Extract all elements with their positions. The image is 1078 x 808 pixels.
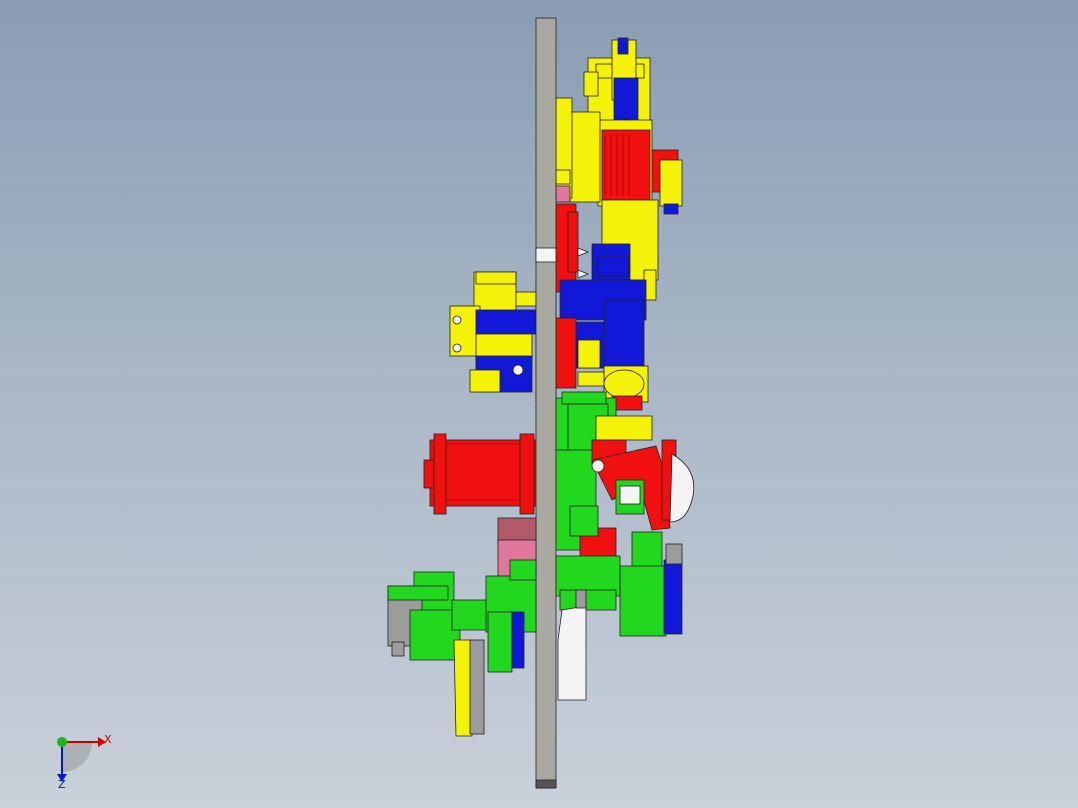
bottom-left-slide-group[interactable] xyxy=(387,559,537,737)
z-axis-label: Z xyxy=(58,778,66,791)
cad-model-assembly[interactable] xyxy=(0,0,1078,808)
cad-viewport[interactable]: X Z xyxy=(0,0,1078,808)
x-axis-label: X xyxy=(104,733,112,746)
servo-motor[interactable] xyxy=(423,433,537,515)
lower-gripper-group[interactable] xyxy=(555,391,695,701)
main-vertical-plate[interactable] xyxy=(535,17,557,789)
y-axis-dot xyxy=(57,737,67,747)
